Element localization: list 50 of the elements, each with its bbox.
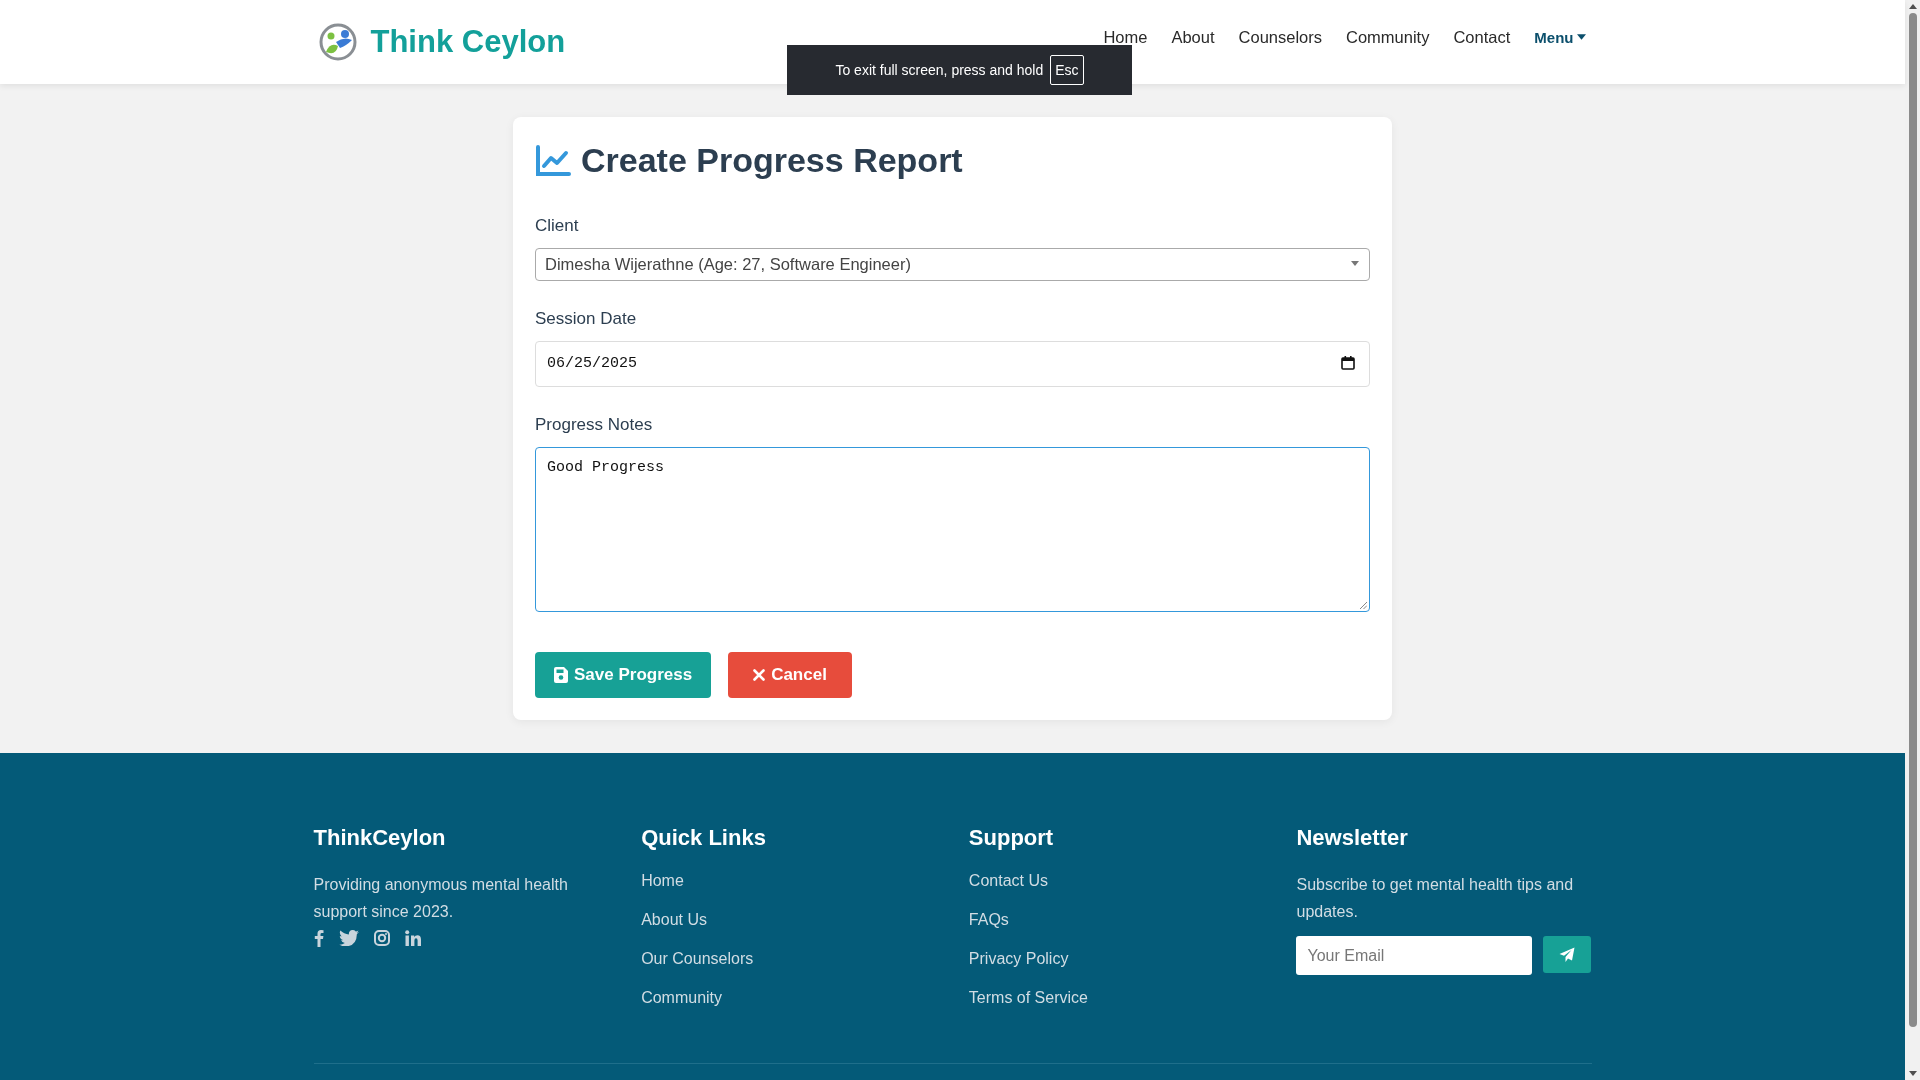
caret-icon xyxy=(1576,34,1586,40)
menu-dropdown[interactable]: Menu xyxy=(1534,28,1592,46)
footer-link[interactable]: FAQs xyxy=(968,910,1263,930)
key-cap: Esc xyxy=(1050,55,1084,85)
footer-link[interactable]: Terms of Service xyxy=(968,988,1263,1008)
send-icon xyxy=(1559,946,1576,963)
resize-grip-icon[interactable] xyxy=(1359,601,1367,609)
scrollbar-thumb[interactable] xyxy=(1908,13,1917,1027)
notes-textarea[interactable]: Good Progress xyxy=(535,447,1370,612)
footer-heading: ThinkCeylon xyxy=(313,825,447,851)
cancel-button[interactable]: Cancel xyxy=(728,652,852,698)
newsletter-description: Subscribe to get mental health tips and updates. xyxy=(1296,875,1575,922)
subscribe-button[interactable] xyxy=(1543,936,1592,973)
line-chart-icon xyxy=(535,144,571,177)
footer-link[interactable]: Community xyxy=(641,988,935,1008)
bird-icon[interactable] xyxy=(338,930,359,946)
nav-link[interactable]: Contact xyxy=(1453,27,1511,47)
footer-link[interactable]: About Us xyxy=(641,910,935,930)
footer-description: Providing anonymous mental health support since 2023. xyxy=(313,875,569,922)
scroll-down-icon[interactable] xyxy=(1908,1071,1917,1076)
nav-link[interactable]: About xyxy=(1171,27,1215,47)
date-field[interactable]: 06/25/2025 xyxy=(535,341,1370,387)
field-label: Progress Notes xyxy=(535,415,654,435)
site-logo-text[interactable]: Think Ceylon xyxy=(370,24,566,60)
nav-link[interactable]: Counselors xyxy=(1238,27,1322,47)
footer-link[interactable]: Our Counselors xyxy=(641,949,935,969)
field-label: Session Date xyxy=(535,309,638,329)
facebook-icon[interactable] xyxy=(313,929,324,947)
footer-heading: Newsletter xyxy=(1296,825,1409,851)
client-select[interactable]: Dimesha Wijerathne (Age: 27, Software Engineer) xyxy=(535,248,1370,281)
save-button[interactable]: Save Progress xyxy=(535,652,712,698)
linkedin-icon[interactable] xyxy=(404,930,421,946)
scrollbar[interactable] xyxy=(1905,0,1920,1080)
field-label: Client xyxy=(535,216,580,236)
email-input[interactable]: Your Email xyxy=(1296,936,1533,975)
footer-link[interactable]: Privacy Policy xyxy=(968,949,1263,969)
logo-icon xyxy=(317,22,358,62)
nav-link[interactable]: Home xyxy=(1103,27,1148,47)
page-title: Create Progress Report xyxy=(581,141,963,180)
calendar-icon[interactable] xyxy=(1341,356,1355,370)
scroll-up-icon[interactable] xyxy=(1908,4,1917,9)
footer-heading: Quick Links xyxy=(641,825,767,851)
footer-heading: Support xyxy=(968,825,1055,851)
notice-text: To exit full screen, press and hold xyxy=(835,62,1044,78)
nav-link[interactable]: Community xyxy=(1346,27,1430,47)
footer-link[interactable]: Contact Us xyxy=(968,871,1263,891)
caret-icon xyxy=(1351,261,1359,266)
close-icon xyxy=(753,669,766,681)
camera-icon[interactable] xyxy=(373,930,390,946)
footer-link[interactable]: Home xyxy=(641,871,935,891)
